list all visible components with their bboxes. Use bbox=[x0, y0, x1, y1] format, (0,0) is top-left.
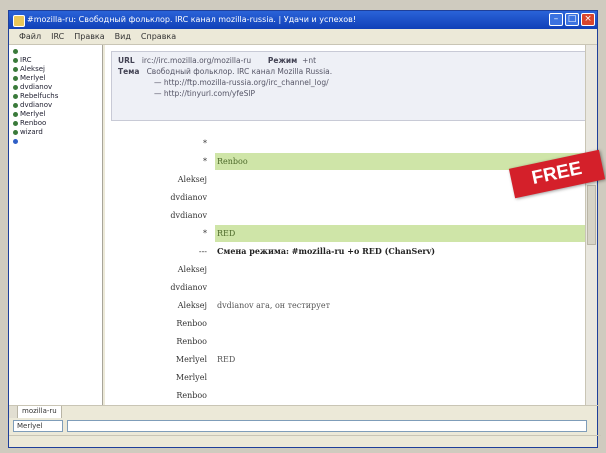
tab-client[interactable] bbox=[9, 406, 18, 418]
message-nick[interactable]: * bbox=[105, 135, 207, 152]
message-nick[interactable]: dvdianov bbox=[105, 207, 207, 224]
mode-change-text: Смена режима: #mozilla-ru +o RED (ChanSe… bbox=[217, 246, 436, 256]
op-icon bbox=[13, 94, 18, 99]
menu-view[interactable]: Вид bbox=[115, 32, 131, 41]
chat-message: Renboo bbox=[105, 387, 597, 404]
op-icon bbox=[13, 49, 18, 54]
user-name: Renboo bbox=[20, 119, 47, 127]
message-nick[interactable]: * bbox=[105, 225, 207, 242]
menu-edit[interactable]: Правка bbox=[74, 32, 104, 41]
message-text: dvdianov ага, он тестирует bbox=[217, 301, 331, 310]
voice-icon bbox=[13, 139, 18, 144]
message-nick[interactable]: dvdianov bbox=[105, 279, 207, 296]
op-icon bbox=[13, 112, 18, 117]
message-nick[interactable]: Renboo bbox=[105, 315, 207, 332]
message-text: RED bbox=[215, 225, 597, 242]
tab-mozilla-ru[interactable]: mozilla-ru bbox=[18, 406, 62, 418]
op-icon bbox=[13, 67, 18, 72]
input-bar: Merlyel bbox=[9, 418, 599, 434]
status-bar bbox=[9, 435, 601, 448]
op-icon bbox=[13, 121, 18, 126]
mode-label: Режим bbox=[267, 56, 298, 65]
user-name: IRC bbox=[20, 56, 32, 64]
op-icon bbox=[13, 103, 18, 108]
user-list-item[interactable] bbox=[9, 137, 102, 146]
menu-bar: Файл IRC Правка Вид Справка bbox=[9, 29, 597, 45]
message-nick[interactable]: Aleksej bbox=[105, 171, 207, 188]
user-name: wizard bbox=[20, 128, 43, 136]
message-nick[interactable]: Renboo bbox=[105, 333, 207, 350]
user-name: Aleksej bbox=[20, 65, 45, 73]
channel-info-box: URL irc://irc.mozilla.org/mozilla-ru Реж… bbox=[111, 51, 589, 121]
user-name: dvdianov bbox=[20, 83, 53, 91]
chat-message: dvdianov bbox=[105, 279, 597, 296]
user-list-item[interactable]: Renboo bbox=[9, 119, 102, 128]
scrollbar-thumb[interactable] bbox=[587, 185, 596, 245]
chat-scrollbar[interactable] bbox=[585, 45, 597, 405]
topic-label: Тема bbox=[118, 67, 140, 76]
channel-url[interactable]: irc://irc.mozilla.org/mozilla-ru bbox=[142, 56, 251, 65]
user-list-item[interactable]: IRC bbox=[9, 56, 102, 65]
message-nick: --- bbox=[198, 247, 207, 256]
chat-message: Aleksej dvdianov ага, он тестирует bbox=[105, 297, 597, 314]
chat-message: Renboo bbox=[105, 333, 597, 350]
user-name: Merlyel bbox=[20, 110, 46, 118]
mode-value: +nt bbox=[302, 56, 317, 65]
user-list-item[interactable]: Rebelfuchs bbox=[9, 92, 102, 101]
chat-message: dvdianov bbox=[105, 207, 597, 224]
topic-text: Свободный фольклор. IRC канал Mozilla Ru… bbox=[146, 67, 333, 76]
chat-message: * RED bbox=[105, 225, 597, 242]
user-list-item[interactable]: Merlyel bbox=[9, 110, 102, 119]
menu-irc[interactable]: IRC bbox=[51, 32, 64, 41]
chat-message: Merlyel RED bbox=[105, 351, 597, 368]
app-icon bbox=[13, 15, 25, 27]
message-nick[interactable]: Renboo bbox=[105, 387, 207, 404]
menu-help[interactable]: Справка bbox=[141, 32, 176, 41]
user-list-item[interactable] bbox=[9, 47, 102, 56]
user-list-item[interactable]: dvdianov bbox=[9, 83, 102, 92]
chat-message: Aleksej bbox=[105, 261, 597, 278]
topic-link-short[interactable]: — http://tinyurl.com/yfeSlP bbox=[154, 89, 255, 98]
op-icon bbox=[13, 58, 18, 63]
op-icon bbox=[13, 85, 18, 90]
application-window: #mozilla-ru: Свободный фольклор. IRC кан… bbox=[8, 10, 606, 448]
user-name: Merlyel bbox=[20, 74, 46, 82]
message-input[interactable] bbox=[67, 420, 587, 432]
message-nick[interactable]: dvdianov bbox=[105, 189, 207, 206]
url-label: URL bbox=[118, 56, 135, 65]
user-name: dvdianov bbox=[20, 101, 53, 109]
minimize-button[interactable]: – bbox=[549, 13, 563, 26]
title-bar: #mozilla-ru: Свободный фольклор. IRC кан… bbox=[9, 11, 597, 29]
message-nick[interactable]: Aleksej bbox=[105, 261, 207, 278]
chat-pane: URL irc://irc.mozilla.org/mozilla-ru Реж… bbox=[105, 45, 597, 405]
channel-tabs: mozilla-ru bbox=[9, 405, 599, 418]
user-list-item[interactable]: Aleksej bbox=[9, 65, 102, 74]
op-icon bbox=[13, 76, 18, 81]
op-icon bbox=[13, 130, 18, 135]
user-name: Rebelfuchs bbox=[20, 92, 59, 100]
window-title: #mozilla-ru: Свободный фольклор. IRC кан… bbox=[27, 15, 357, 24]
user-list: IRC Aleksej Merlyel dvdianov Rebelfuchs … bbox=[9, 45, 103, 405]
chat-message: Merlyel bbox=[105, 369, 597, 386]
message-nick[interactable]: Merlyel bbox=[105, 351, 207, 368]
close-button[interactable]: × bbox=[581, 13, 595, 26]
chat-message: * bbox=[105, 135, 597, 152]
nick-selector[interactable]: Merlyel bbox=[13, 420, 63, 432]
message-nick[interactable]: Aleksej bbox=[105, 297, 207, 314]
user-list-item[interactable]: dvdianov bbox=[9, 101, 102, 110]
message-nick[interactable]: * bbox=[105, 153, 207, 170]
message-nick[interactable]: Merlyel bbox=[105, 369, 207, 386]
maximize-button[interactable]: □ bbox=[565, 13, 579, 26]
message-text: RED bbox=[217, 355, 236, 364]
topic-link-log[interactable]: — http://ftp.mozilla-russia.org/irc_chan… bbox=[154, 78, 329, 87]
user-list-item[interactable]: Merlyel bbox=[9, 74, 102, 83]
chat-message: --- Смена режима: #mozilla-ru +o RED (Ch… bbox=[105, 243, 597, 260]
chat-message: Renboo bbox=[105, 315, 597, 332]
user-list-item[interactable]: wizard bbox=[9, 128, 102, 137]
menu-file[interactable]: Файл bbox=[19, 32, 41, 41]
